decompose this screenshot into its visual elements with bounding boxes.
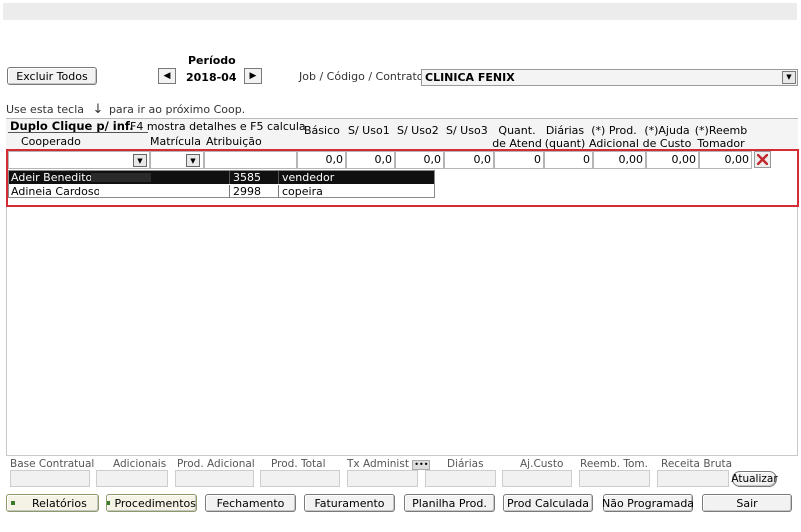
receita-bruta-field[interactable] [657, 470, 729, 487]
highlight-annotation-box [6, 149, 799, 207]
prod-adicional-field[interactable] [175, 470, 254, 487]
grid-subtitle: F4 mostra detalhes e F5 calcula [130, 120, 306, 133]
header-divider [8, 132, 148, 133]
summary-receita-bruta-label: Receita Bruta [661, 458, 733, 470]
diarias-field[interactable] [425, 470, 496, 487]
navigation-hint: Use esta tecla ↓ para ir ao próximo Coop… [6, 102, 245, 117]
tx-administ-field[interactable] [347, 470, 418, 487]
faturamento-button[interactable]: Faturamento [304, 494, 395, 512]
hint-text-after: para ir ao próximo Coop. [108, 103, 246, 116]
procedimentos-label: Procedimentos [114, 496, 196, 510]
col-matricula: Matrícula [150, 135, 201, 148]
periodo-label: Período [188, 54, 236, 67]
triangle-right-icon: ▶ [249, 71, 257, 81]
fechamento-button[interactable]: Fechamento [205, 494, 296, 512]
summary-aj-custo-label: Aj.Custo [520, 458, 564, 470]
col-uso2: S/ Uso2 [397, 124, 439, 137]
excluir-todos-button[interactable]: Excluir Todos [7, 67, 97, 85]
summary-tx-administ-text: Tx Administ [347, 458, 409, 470]
procedimentos-button[interactable]: Procedimentos [106, 494, 197, 512]
top-strip [3, 3, 797, 20]
sair-button[interactable]: Sair [702, 494, 792, 512]
col-diarias-line1: Diárias [545, 124, 585, 137]
col-basico: Básico [304, 124, 340, 137]
summary-prod-total-label: Prod. Total [271, 458, 326, 470]
col-atribuicao: Atribuição [206, 135, 262, 148]
col-prod-line1: (*) Prod. [591, 124, 637, 137]
col-prod: (*) Prod. Adicional [589, 124, 639, 150]
bullet-icon [11, 501, 15, 505]
job-select[interactable]: CLINICA FENIX ▼ [421, 69, 798, 86]
col-uso3: S/ Uso3 [446, 124, 488, 137]
prod-calculada-button[interactable]: Prod Calculada [503, 494, 593, 512]
adicionais-field[interactable] [96, 470, 168, 487]
grid-header: Duplo Clique p/ inf. F4 mostra detalhes … [6, 118, 798, 150]
triangle-left-icon: ◀ [163, 71, 171, 81]
col-reemb: (*)Reemb Tomador [694, 124, 748, 150]
reemb-tom-field[interactable] [579, 470, 650, 487]
col-ajuda: (*)Ajuda de Custo [642, 124, 692, 150]
col-quant-line1: Quant. [498, 124, 536, 137]
col-reemb-line1: (*)Reemb [694, 124, 748, 137]
relatorios-button[interactable]: Relatórios [6, 494, 99, 512]
job-label: Job / Código / Contrato: [299, 70, 428, 83]
periodo-value: 2018-04 [186, 71, 237, 84]
chevron-down-icon[interactable]: ▼ [782, 71, 796, 84]
summary-prod-adicional-label: Prod. Adicional [177, 458, 255, 470]
nao-programada-button[interactable]: Não Programada [602, 494, 694, 512]
col-ajuda-line1: (*)Ajuda [644, 124, 690, 137]
more-options-icon[interactable]: ••• [412, 460, 431, 470]
hint-text-before: Use esta tecla [6, 103, 85, 116]
relatorios-label: Relatórios [32, 496, 87, 510]
previous-period-button[interactable]: ◀ [158, 68, 176, 84]
bullet-icon [107, 501, 111, 505]
col-uso1: S/ Uso1 [348, 124, 390, 137]
col-cooperado: Cooperado [21, 135, 81, 148]
down-arrow-icon: ↓ [92, 102, 104, 117]
col-diarias: Diárias (quant) [542, 124, 588, 150]
summary-diarias-label: Diárias [447, 458, 484, 470]
aj-custo-field[interactable] [502, 470, 572, 487]
summary-reemb-tom-label: Reemb. Tom. [580, 458, 648, 470]
col-quant: Quant. de Atend [492, 124, 542, 150]
prod-total-field[interactable] [260, 470, 340, 487]
base-contratual-field[interactable] [10, 470, 90, 487]
summary-adicionais-label: Adicionais [113, 458, 167, 470]
atualizar-button[interactable]: Atualizar [731, 471, 778, 487]
summary-base-contratual-label: Base Contratual [10, 458, 95, 470]
summary-tx-administ-label: Tx Administ ••• [347, 458, 431, 470]
job-select-value: CLINICA FENIX [425, 71, 515, 84]
planilha-prod-button[interactable]: Planilha Prod. [404, 494, 495, 512]
next-period-button[interactable]: ▶ [244, 68, 262, 84]
